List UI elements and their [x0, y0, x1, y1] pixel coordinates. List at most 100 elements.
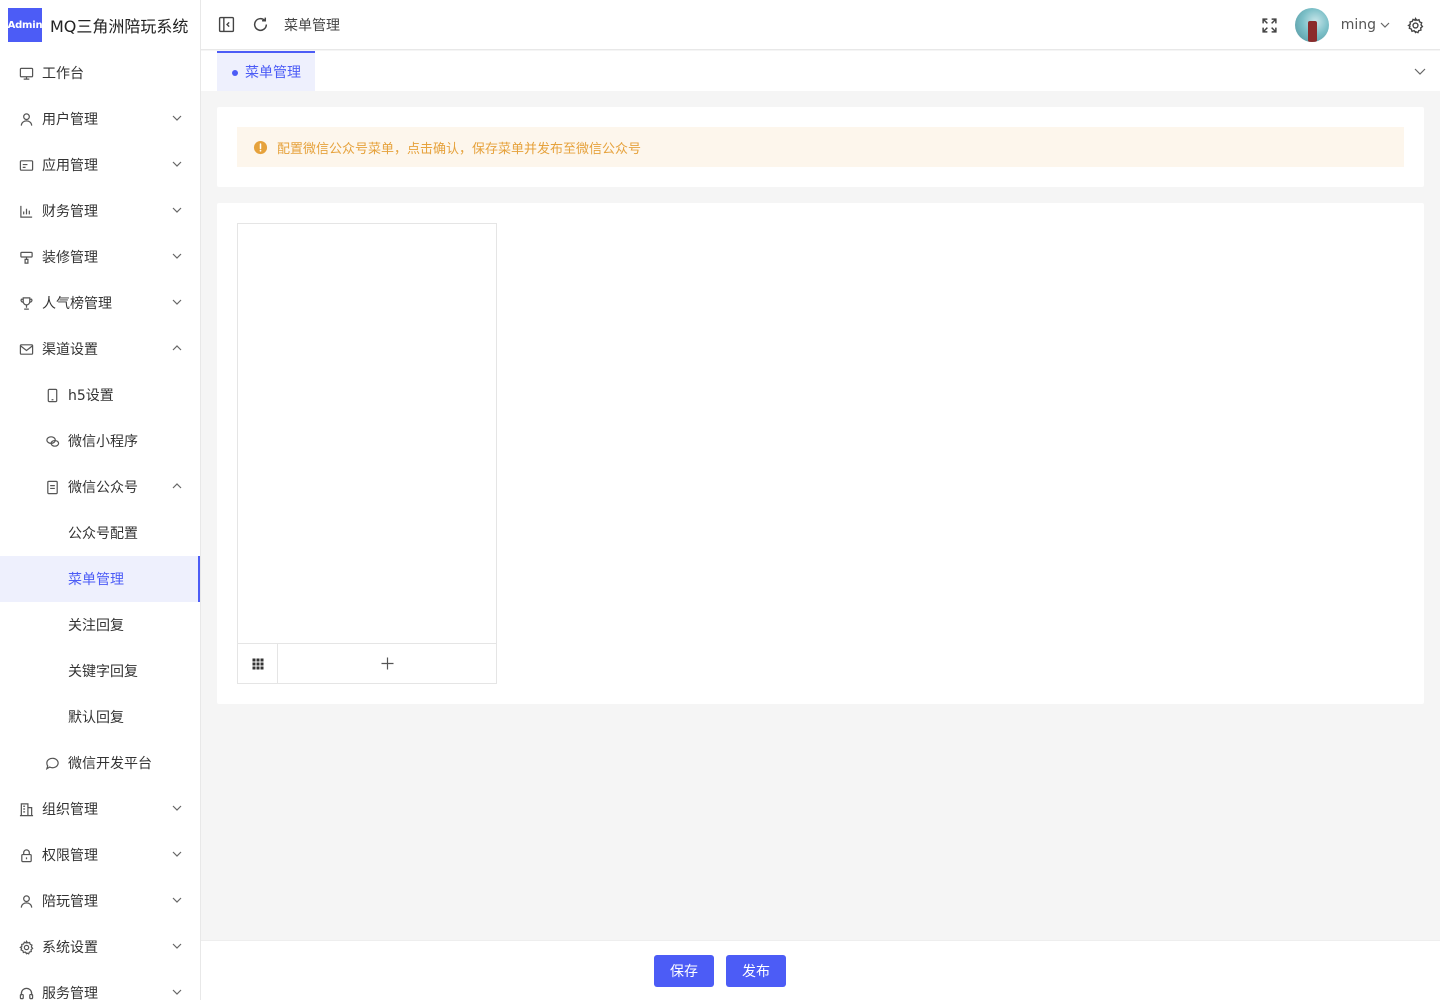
sidebar-item-system-settings[interactable]: 系统设置 — [0, 924, 200, 970]
sidebar-item-label: 微信开发平台 — [68, 756, 152, 772]
user-icon — [18, 893, 34, 909]
top-header: 菜单管理 ming — [201, 0, 1440, 50]
chevron-down-icon — [172, 989, 182, 995]
sidebar-item-label: 用户管理 — [42, 112, 98, 128]
sidebar-item-label: 应用管理 — [42, 158, 98, 174]
user-icon — [18, 111, 34, 127]
sidebar-item-label: 权限管理 — [42, 848, 98, 864]
chat-icon — [44, 755, 60, 771]
sidebar-item-wechat-miniprogram[interactable]: 微信小程序 — [0, 418, 200, 464]
sidebar-item-label: 陪玩管理 — [42, 894, 98, 910]
tab-label: 菜单管理 — [245, 65, 301, 81]
sidebar-item-label: 财务管理 — [42, 204, 98, 220]
sidebar-collapse-icon[interactable] — [217, 16, 235, 34]
sidebar-item-label: 关注回复 — [68, 618, 124, 634]
sidebar-item-permission-management[interactable]: 权限管理 — [0, 832, 200, 878]
headset-icon — [18, 985, 34, 1000]
building-icon — [18, 801, 34, 817]
sidebar-item-organization-management[interactable]: 组织管理 — [0, 786, 200, 832]
gear-icon[interactable] — [1406, 16, 1424, 34]
chevron-down-icon — [172, 943, 182, 949]
sidebar-menu: 工作台 用户管理 应用管理 财务管理 装修管理 人气榜管理 渠道设置 h5设置 … — [0, 50, 200, 1000]
sidebar-item-label: 系统设置 — [42, 940, 98, 956]
sidebar-item-user-management[interactable]: 用户管理 — [0, 96, 200, 142]
sidebar-item-decoration-management[interactable]: 装修管理 — [0, 234, 200, 280]
sidebar-item-service-management[interactable]: 服务管理 — [0, 970, 200, 1000]
fullscreen-icon[interactable] — [1261, 16, 1279, 34]
sidebar-item-label: 关键字回复 — [68, 664, 138, 680]
sidebar-item-popularity-ranking[interactable]: 人气榜管理 — [0, 280, 200, 326]
mail-icon — [18, 341, 34, 357]
sidebar-item-follow-reply[interactable]: 关注回复 — [0, 602, 200, 648]
menu-preview-phone — [237, 223, 497, 684]
tab-active-dot — [232, 70, 238, 76]
sidebar-item-label: 菜单管理 — [68, 572, 124, 588]
sidebar-item-workbench[interactable]: 工作台 — [0, 50, 200, 96]
sidebar-item-label: h5设置 — [68, 388, 114, 404]
chevron-down-icon — [172, 805, 182, 811]
sidebar-item-finance-management[interactable]: 财务管理 — [0, 188, 200, 234]
chevron-up-icon — [172, 483, 182, 489]
sidebar-item-companion-management[interactable]: 陪玩管理 — [0, 878, 200, 924]
tab-menu-management[interactable]: 菜单管理 — [217, 51, 315, 91]
alert-card: 配置微信公众号菜单，点击确认，保存菜单并发布至微信公众号 — [217, 107, 1424, 187]
keyboard-icon[interactable] — [238, 644, 278, 683]
sidebar-item-app-management[interactable]: 应用管理 — [0, 142, 200, 188]
sidebar-item-wechat-official-account[interactable]: 微信公众号 — [0, 464, 200, 510]
monitor-icon — [18, 65, 34, 81]
menu-editor-card — [217, 203, 1424, 704]
brand-logo: Admin — [8, 8, 43, 42]
avatar[interactable] — [1294, 8, 1329, 42]
alert-text: 配置微信公众号菜单，点击确认，保存菜单并发布至微信公众号 — [277, 141, 642, 157]
add-menu-button[interactable] — [278, 644, 496, 683]
sidebar-item-wechat-open-platform[interactable]: 微信开发平台 — [0, 740, 200, 786]
chevron-down-icon[interactable] — [1414, 65, 1426, 77]
sidebar-item-label: 公众号配置 — [68, 526, 138, 542]
brush-icon — [18, 249, 34, 265]
sidebar-item-default-reply[interactable]: 默认回复 — [0, 694, 200, 740]
chevron-down-icon — [172, 253, 182, 259]
sidebar-item-channel-settings[interactable]: 渠道设置 — [0, 326, 200, 372]
tabs-bar: 菜单管理 — [201, 51, 1440, 91]
sidebar-item-menu-management[interactable]: 菜单管理 — [0, 556, 200, 602]
chevron-down-icon[interactable] — [1380, 20, 1390, 30]
document-icon — [44, 479, 60, 495]
sidebar-item-label: 微信公众号 — [68, 480, 138, 496]
chevron-down-icon — [172, 299, 182, 305]
phone-icon — [44, 387, 60, 403]
chevron-down-icon — [172, 161, 182, 167]
chart-icon — [18, 203, 34, 219]
header-actions: ming — [1261, 0, 1424, 50]
sidebar-item-label: 默认回复 — [68, 710, 124, 726]
brand[interactable]: Admin MQ三角洲陪玩系统 — [0, 0, 200, 50]
chevron-down-icon — [172, 207, 182, 213]
sidebar-item-label: 渠道设置 — [42, 342, 98, 358]
sidebar-item-label: 微信小程序 — [68, 434, 138, 450]
action-footer: 保存 发布 — [201, 940, 1440, 1000]
plus-icon — [381, 657, 393, 670]
username[interactable]: ming — [1341, 17, 1376, 33]
card-icon — [18, 157, 34, 173]
gear-icon — [18, 939, 34, 955]
sidebar: Admin MQ三角洲陪玩系统 工作台 用户管理 应用管理 财务管理 装修管理 — [0, 0, 201, 1000]
chevron-down-icon — [172, 897, 182, 903]
sidebar-item-keyword-reply[interactable]: 关键字回复 — [0, 648, 200, 694]
trophy-icon — [18, 295, 34, 311]
sidebar-item-label: 装修管理 — [42, 250, 98, 266]
sidebar-item-h5-settings[interactable]: h5设置 — [0, 372, 200, 418]
sidebar-item-label: 工作台 — [42, 66, 84, 82]
warning-icon — [253, 140, 268, 154]
sidebar-item-label: 服务管理 — [42, 986, 98, 1000]
lock-icon — [18, 847, 34, 863]
publish-button[interactable]: 发布 — [726, 955, 786, 987]
sidebar-item-label: 组织管理 — [42, 802, 98, 818]
save-button[interactable]: 保存 — [654, 955, 714, 987]
sidebar-item-account-config[interactable]: 公众号配置 — [0, 510, 200, 556]
wechat-icon — [44, 433, 60, 449]
chevron-up-icon — [172, 345, 182, 351]
warning-alert: 配置微信公众号菜单，点击确认，保存菜单并发布至微信公众号 — [237, 127, 1404, 167]
chevron-down-icon — [172, 851, 182, 857]
breadcrumb: 菜单管理 — [284, 17, 340, 34]
refresh-icon[interactable] — [251, 16, 269, 34]
chevron-down-icon — [172, 115, 182, 121]
